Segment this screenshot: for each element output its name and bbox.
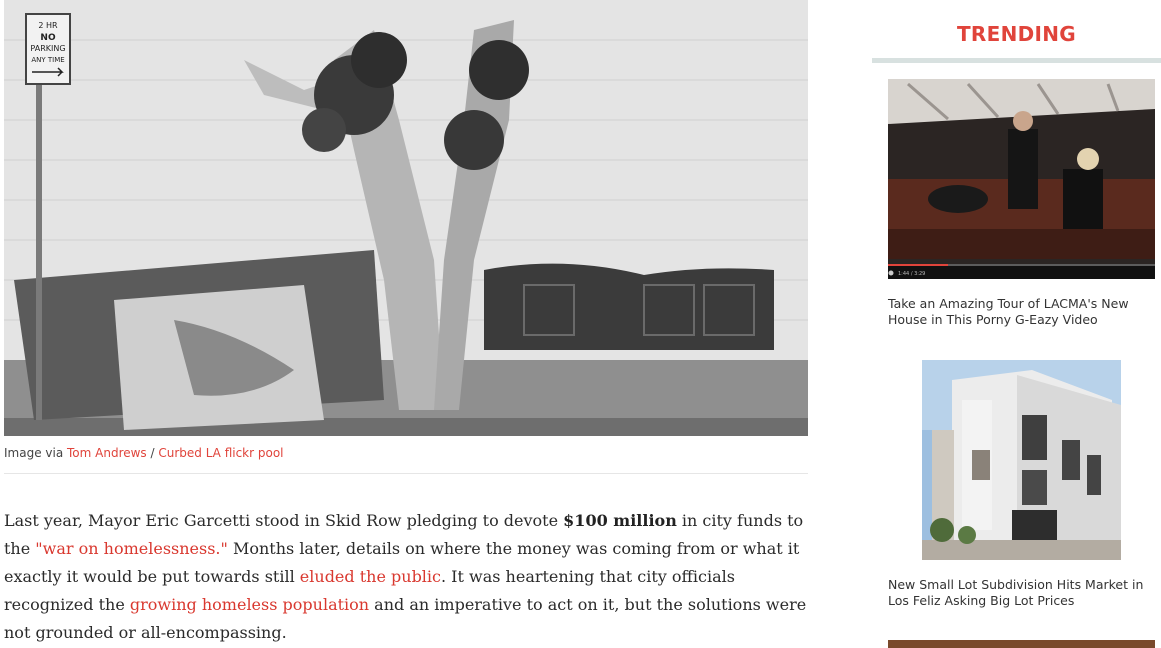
trending-thumbnail-partial[interactable]: [888, 640, 1155, 648]
sign-text-2: NO: [40, 33, 56, 43]
caption-prefix: Image via: [4, 446, 67, 460]
growing-homeless-population-link[interactable]: growing homeless population: [130, 595, 369, 614]
video-still: 1:44 / 3:29: [888, 79, 1155, 279]
caption-divider: [4, 473, 808, 474]
house-photo: [922, 360, 1121, 560]
trending-thumbnail-video[interactable]: 1:44 / 3:29: [888, 79, 1155, 279]
funding-amount: $100 million: [563, 511, 677, 530]
trending-rule: [872, 58, 1161, 63]
trending-story-title-2[interactable]: New Small Lot Subdivision Hits Market in…: [888, 577, 1158, 609]
sign-text-1: 2 HR: [38, 21, 58, 30]
article-paragraph: Last year, Mayor Eric Garcetti stood in …: [4, 507, 814, 647]
hero-image: 2 HR NO PARKING ANY TIME: [4, 0, 808, 436]
trending-heading: TRENDING: [956, 22, 1077, 46]
war-on-homelessness-link[interactable]: "war on homelessness.": [35, 539, 228, 558]
text-run: Last year, Mayor Eric Garcetti stood in …: [4, 511, 564, 530]
trending-story-title-1[interactable]: Take an Amazing Tour of LACMA's New Hous…: [888, 296, 1158, 328]
caption-source-link[interactable]: Curbed LA flickr pool: [158, 446, 283, 460]
article-body: Last year, Mayor Eric Garcetti stood in …: [4, 507, 814, 647]
image-caption: Image via Tom Andrews / Curbed LA flickr…: [4, 446, 808, 460]
caption-separator: /: [146, 446, 159, 460]
eluded-the-public-link[interactable]: eluded the public: [300, 567, 441, 586]
hero-photo-illustration: 2 HR NO PARKING ANY TIME: [4, 0, 808, 436]
caption-author-link[interactable]: Tom Andrews: [67, 446, 147, 460]
trending-thumbnail-house[interactable]: [922, 360, 1121, 560]
sign-text-3: PARKING: [30, 44, 65, 53]
sign-text-4: ANY TIME: [31, 56, 64, 64]
video-timestamp: 1:44 / 3:29: [898, 271, 925, 277]
